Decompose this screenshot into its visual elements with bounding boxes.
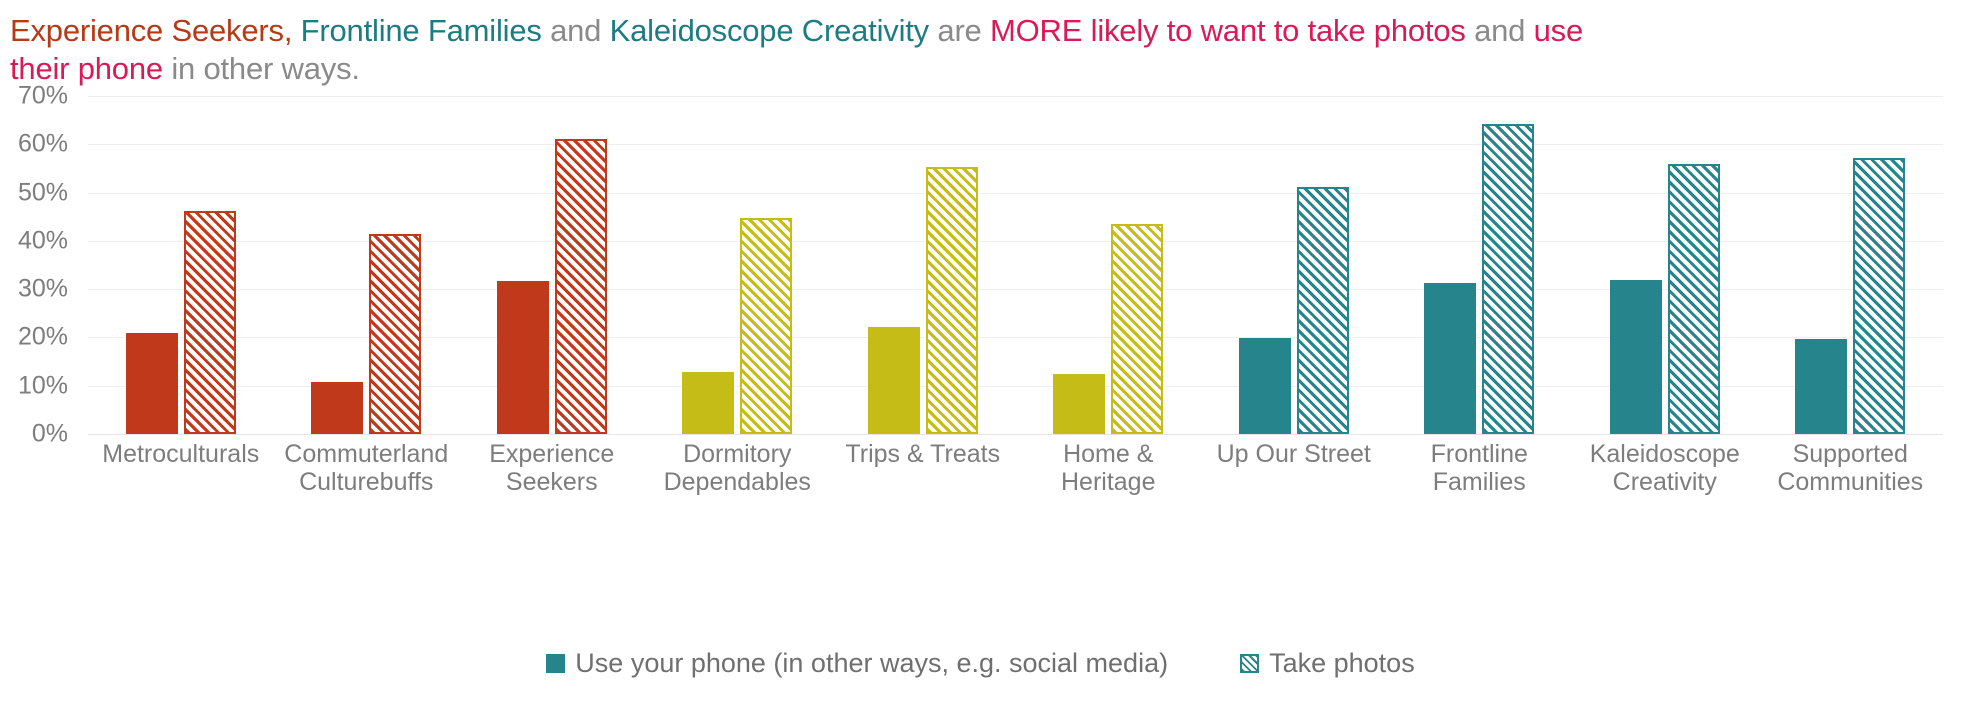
bar-use-your-phone[interactable] — [1795, 338, 1848, 434]
legend-item[interactable]: Use your phone (in other ways, e.g. soci… — [546, 648, 1168, 679]
bar-use-your-phone[interactable] — [682, 372, 735, 434]
gridline — [88, 434, 1943, 435]
bar-take-photos[interactable] — [1482, 123, 1535, 434]
y-axis-tick-label: 50% — [17, 178, 68, 207]
bar-group — [1572, 96, 1758, 434]
bar-use-your-phone[interactable] — [311, 382, 364, 434]
x-axis-category-label: Up Our Street — [1216, 440, 1371, 468]
y-axis-tick-label: 60% — [17, 129, 68, 158]
y-axis-tick-label: 70% — [17, 81, 68, 110]
y-axis-tick-label: 20% — [17, 322, 68, 351]
bar-group — [830, 96, 1016, 434]
bar-take-photos[interactable] — [1296, 187, 1349, 434]
bar-group — [645, 96, 831, 434]
bar-take-photos[interactable] — [740, 217, 793, 434]
bar-group — [1387, 96, 1573, 434]
bar-take-photos[interactable] — [369, 234, 422, 434]
plot-area — [88, 96, 1943, 435]
bar-use-your-phone[interactable] — [125, 332, 178, 434]
bar-group — [1758, 96, 1944, 434]
y-axis-labels: 0% 10% 20% 30% 40% 50% 60% 70% — [0, 82, 78, 448]
bar-groups — [88, 96, 1943, 434]
bar-use-your-phone[interactable] — [1424, 282, 1477, 434]
x-axis-category-label: Supported Communities — [1777, 440, 1924, 496]
x-axis-category-label: Home & Heritage — [1061, 440, 1156, 496]
title-segment: Frontline Families — [300, 13, 542, 48]
y-axis-tick-label: 40% — [17, 226, 68, 255]
x-axis-category-label: Commuterland Culturebuffs — [284, 440, 449, 496]
chart-title: Experience Seekers, Frontline Families a… — [10, 12, 1610, 89]
title-segment: are — [928, 13, 991, 48]
bar-use-your-phone[interactable] — [1238, 337, 1291, 434]
x-axis-category-label: Metroculturals — [102, 440, 260, 468]
bar-use-your-phone[interactable] — [1053, 374, 1106, 434]
bar-take-photos[interactable] — [183, 210, 236, 434]
title-segment: Experience Seekers — [10, 13, 284, 48]
bar-group — [1016, 96, 1202, 434]
bar-group — [1201, 96, 1387, 434]
y-axis-tick-label: 10% — [17, 371, 68, 400]
bar-take-photos[interactable] — [1111, 224, 1164, 434]
legend-label: Use your phone (in other ways, e.g. soci… — [575, 648, 1169, 678]
legend-label: Take photos — [1269, 648, 1415, 678]
bar-use-your-phone[interactable] — [496, 280, 549, 434]
bar-take-photos[interactable] — [1667, 163, 1720, 434]
bar-use-your-phone[interactable] — [1609, 279, 1662, 434]
y-axis-tick-label: 0% — [31, 419, 68, 448]
bar-group — [459, 96, 645, 434]
bar-group — [88, 96, 274, 434]
legend-swatch-hatched-icon — [1240, 654, 1260, 673]
chart-legend: Use your phone (in other ways, e.g. soci… — [0, 648, 1961, 679]
x-axis-category-label: Experience Seekers — [489, 440, 615, 496]
bar-take-photos[interactable] — [1853, 158, 1906, 434]
title-segment: and — [541, 13, 610, 48]
title-segment: in other ways. — [162, 51, 360, 87]
title-segment: , — [283, 13, 301, 48]
title-segment: MORE likely to want to take photos — [990, 13, 1466, 48]
x-axis-category-label: Dormitory Dependables — [663, 440, 811, 496]
legend-swatch-solid-icon — [546, 654, 566, 673]
x-axis-category-label: Kaleidoscope Creativity — [1589, 440, 1740, 496]
x-axis-category-label: Frontline Families — [1430, 440, 1528, 496]
title-segment: and — [1465, 13, 1534, 48]
x-axis-category-label: Trips & Treats — [845, 440, 1001, 468]
y-axis-tick-label: 30% — [17, 274, 68, 303]
x-axis-labels: Metroculturals Commuterland Culturebuffs E… — [88, 440, 1943, 496]
bar-take-photos[interactable] — [925, 166, 978, 434]
legend-item[interactable]: Take photos — [1240, 648, 1415, 679]
bar-use-your-phone[interactable] — [867, 327, 920, 434]
bar-take-photos[interactable] — [554, 139, 607, 434]
bar-group — [274, 96, 460, 434]
title-segment: Kaleidoscope Creativity — [609, 13, 930, 48]
